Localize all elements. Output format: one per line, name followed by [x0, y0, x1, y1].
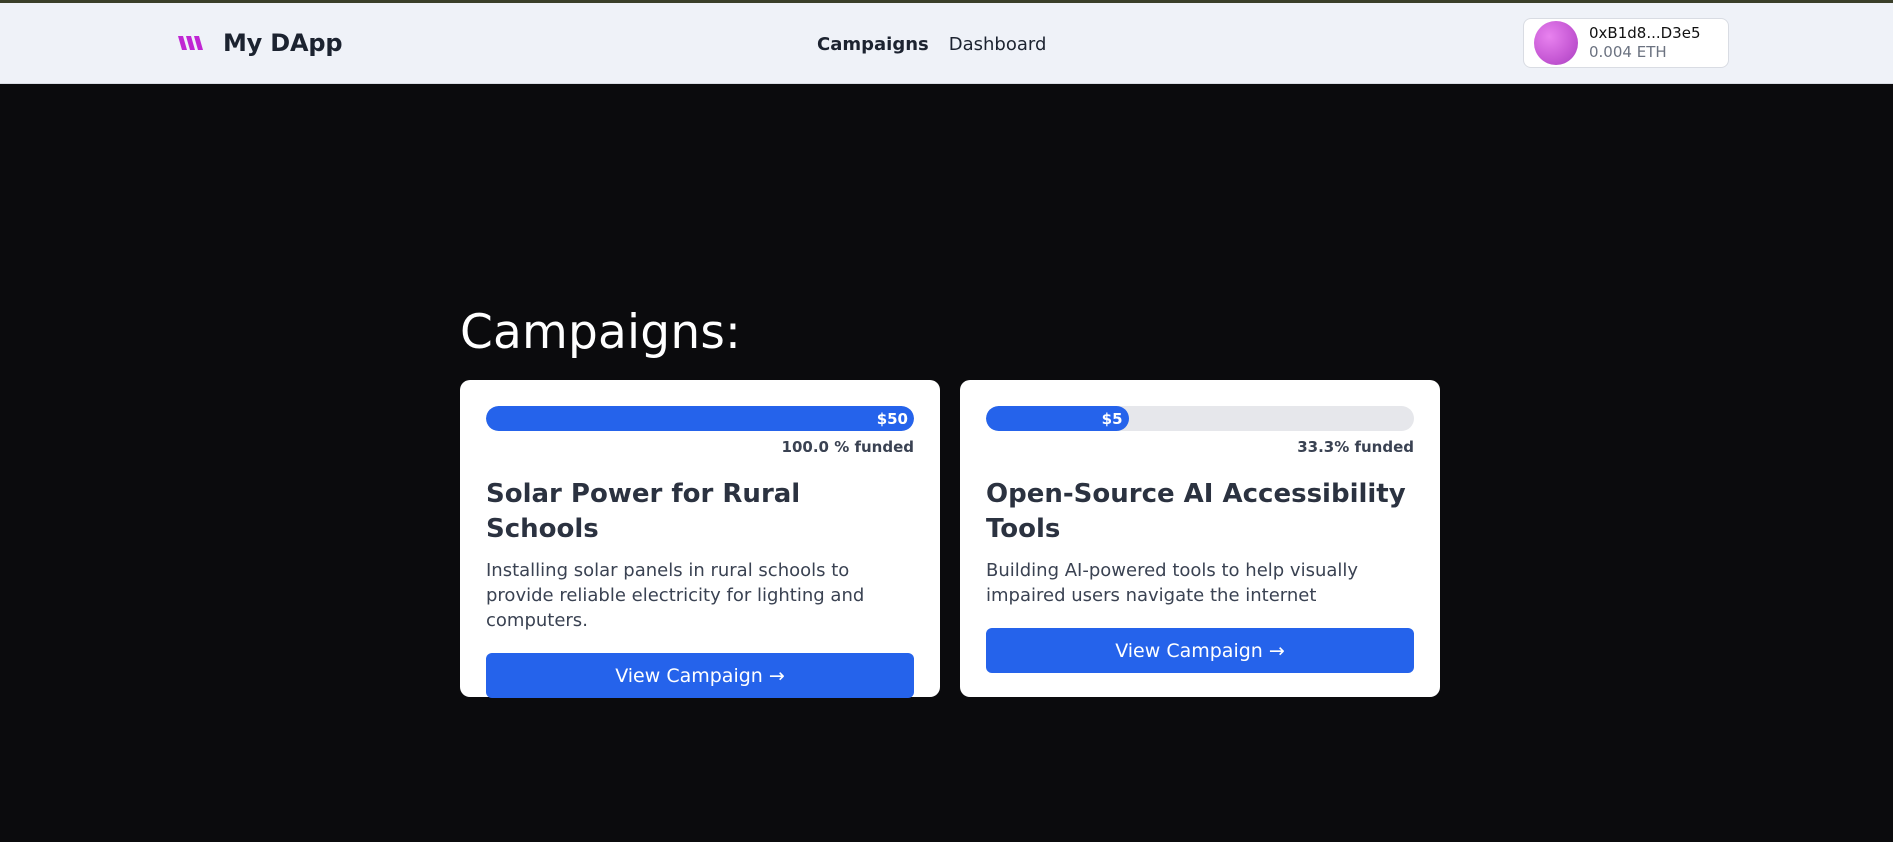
- progress-bar: $5: [986, 406, 1414, 431]
- brand[interactable]: My DApp: [177, 29, 343, 57]
- campaign-title: Solar Power for Rural Schools: [486, 479, 801, 544]
- campaign-card: $50 100.0 % funded Solar Power for Rural…: [460, 380, 940, 698]
- campaign-title: Open-Source AI Accessibility Tools: [986, 479, 1406, 544]
- funded-percent: 33.3% funded: [1297, 438, 1414, 456]
- campaign-card: $5 33.3% funded Open-Source AI Accessibi…: [960, 380, 1440, 697]
- progress-bar: $50: [486, 406, 914, 431]
- page-title: Campaigns:: [460, 305, 742, 360]
- main-nav: Campaigns Dashboard: [817, 34, 1046, 55]
- nav-dashboard[interactable]: Dashboard: [949, 34, 1047, 55]
- brand-logo-icon: [178, 36, 203, 50]
- wallet-balance: 0.004 ETH: [1589, 43, 1667, 61]
- progress-fill: $5: [986, 406, 1129, 431]
- navbar: My DApp Campaigns Dashboard 0xB1d8...D3e…: [0, 3, 1893, 84]
- raised-amount: $50: [876, 409, 908, 428]
- wallet-address: 0xB1d8...D3e5: [1589, 24, 1701, 42]
- wallet-button[interactable]: 0xB1d8...D3e5 0.004 ETH: [1523, 18, 1729, 68]
- nav-campaigns[interactable]: Campaigns: [817, 34, 929, 55]
- wallet-avatar: [1534, 21, 1578, 65]
- campaign-description: Building AI-powered tools to help visual…: [986, 560, 1359, 606]
- wallet-info: 0xB1d8...D3e5 0.004 ETH: [1589, 24, 1701, 62]
- app-name: My DApp: [223, 29, 343, 57]
- view-campaign-button[interactable]: View Campaign →: [486, 653, 914, 698]
- funded-percent: 100.0 % funded: [781, 438, 914, 456]
- raised-amount: $5: [1101, 409, 1123, 428]
- campaign-description: Installing solar panels in rural schools…: [486, 560, 865, 631]
- progress-fill: $50: [486, 406, 914, 431]
- view-campaign-button[interactable]: View Campaign →: [986, 628, 1414, 673]
